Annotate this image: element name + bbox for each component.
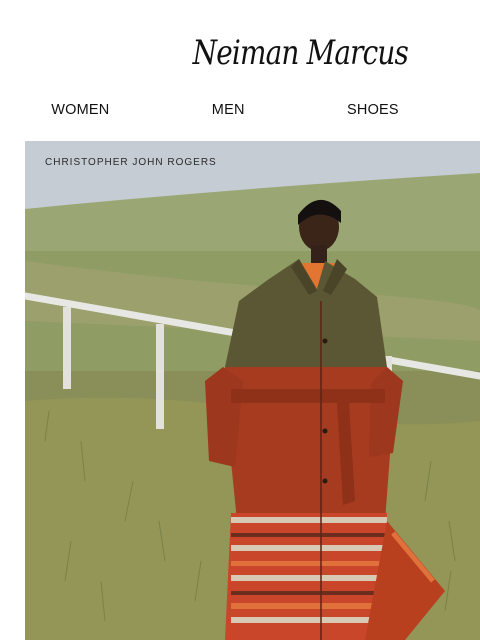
hero-banner[interactable]: CHRISTOPHER JOHN ROGERS [25, 141, 480, 640]
email-page: Neiman Marcus WOMEN MEN SHOES CHRISTOPHE… [0, 0, 480, 640]
header: Neiman Marcus [0, 18, 480, 88]
neiman-marcus-logo[interactable]: Neiman Marcus [192, 33, 408, 73]
designer-name: CHRISTOPHER JOHN ROGERS [45, 157, 217, 168]
model-in-field-photo [25, 141, 480, 640]
nav-item-men[interactable]: MEN [212, 102, 245, 118]
main-nav: WOMEN MEN SHOES [0, 102, 450, 118]
nav-item-shoes[interactable]: SHOES [347, 102, 399, 118]
nav-item-women[interactable]: WOMEN [51, 102, 109, 118]
